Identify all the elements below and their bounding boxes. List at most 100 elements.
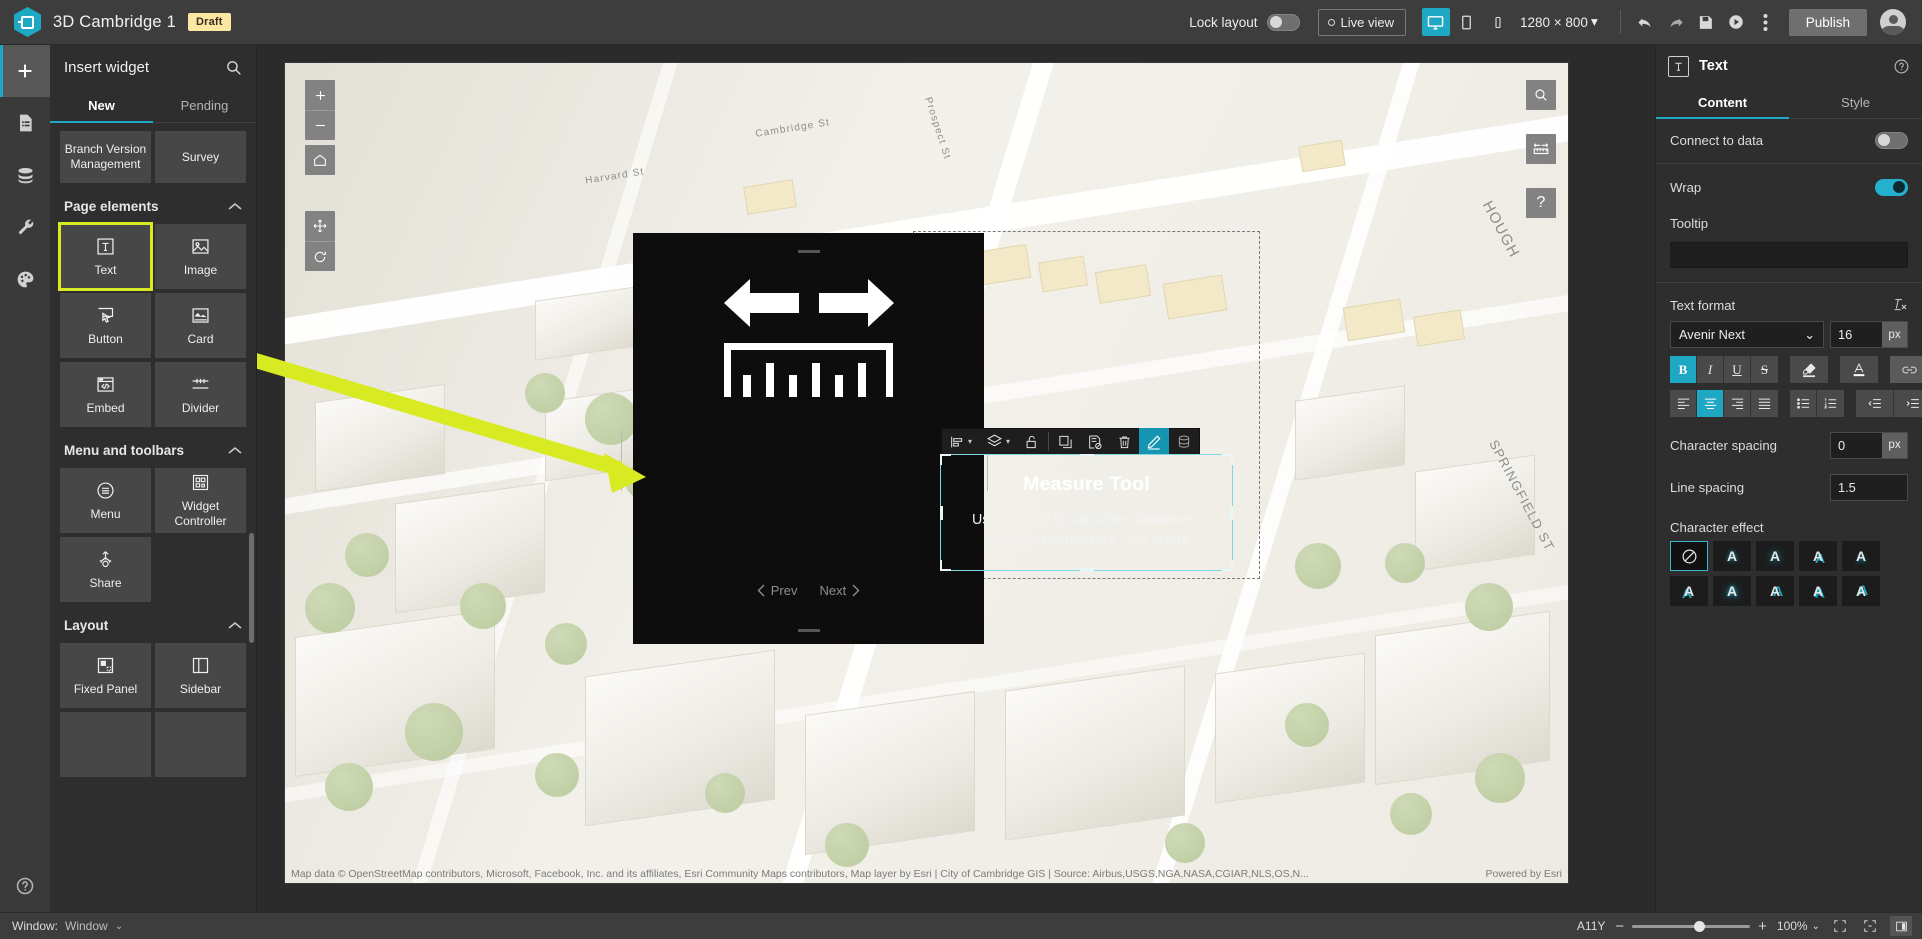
zoom-level-select[interactable]: 100% ⌄ — [1777, 919, 1820, 933]
prev-button[interactable]: Prev — [757, 583, 798, 598]
toggle-panel-button[interactable] — [1890, 916, 1912, 936]
edit-button[interactable] — [1139, 428, 1169, 455]
rail-item-insert-widget[interactable] — [0, 45, 50, 97]
canvas-size-select[interactable]: 1280 × 800 ▾ — [1520, 14, 1598, 30]
character-effect-3[interactable]: A — [1799, 541, 1837, 571]
section-header-menu-and-toolbars[interactable]: Menu and toolbars — [60, 427, 246, 468]
tab-pending[interactable]: Pending — [153, 89, 256, 122]
character-effect-7[interactable]: A — [1756, 576, 1794, 606]
measure-tool-card[interactable]: Prev Next — [633, 233, 984, 644]
widget-card-layout-extra-1[interactable] — [60, 712, 151, 777]
widget-list-scroll[interactable]: Branch Version Management Survey Page el… — [50, 123, 256, 912]
bulleted-list-button[interactable] — [1790, 390, 1817, 417]
align-right-button[interactable] — [1724, 390, 1751, 417]
widget-card-branch-version-management[interactable]: Branch Version Management — [60, 131, 151, 183]
zoom-in-button[interactable] — [305, 80, 335, 110]
rotate-icon[interactable] — [305, 241, 335, 271]
resize-handle-left[interactable] — [940, 506, 943, 520]
live-view-button[interactable]: Live view — [1318, 9, 1406, 36]
character-effect-none[interactable] — [1670, 541, 1708, 571]
insert-link-button[interactable] — [1890, 356, 1922, 383]
widget-card-image[interactable]: Image — [155, 224, 246, 289]
resize-handle-tr[interactable] — [1222, 454, 1233, 465]
undo-button[interactable] — [1631, 7, 1661, 37]
resize-grip-left[interactable] — [621, 431, 625, 461]
home-icon[interactable] — [305, 145, 335, 175]
save-button[interactable] — [1691, 7, 1721, 37]
align-left-button[interactable] — [1670, 390, 1697, 417]
window-selector[interactable]: Window: Window ⌄ — [0, 919, 123, 933]
font-color-button[interactable] — [1840, 356, 1878, 383]
map-canvas[interactable]: HOUGH SPRINGFIELD ST Harvard St Cambridg… — [285, 63, 1568, 883]
character-effect-5[interactable]: A — [1670, 576, 1708, 606]
widget-card-menu[interactable]: Menu — [60, 468, 151, 533]
widget-card-card[interactable]: Card — [155, 293, 246, 358]
zoom-slider-thumb[interactable] — [1694, 921, 1705, 932]
widget-card-text[interactable]: Text — [60, 224, 151, 289]
connect-to-data-toggle[interactable] — [1875, 132, 1908, 149]
preview-button[interactable] — [1721, 7, 1751, 37]
character-effect-9[interactable]: A — [1842, 576, 1880, 606]
rail-item-page[interactable] — [0, 97, 50, 149]
bold-button[interactable]: B — [1670, 356, 1697, 383]
wrap-toggle[interactable] — [1875, 179, 1908, 196]
device-desktop-button[interactable] — [1422, 8, 1450, 36]
character-effect-6[interactable]: A — [1713, 576, 1751, 606]
resize-handle-right[interactable] — [1230, 506, 1233, 520]
resize-handle-bottom[interactable] — [1080, 568, 1094, 571]
widget-card-fixed-panel[interactable]: Fixed Panel — [60, 643, 151, 708]
fit-width-button[interactable] — [1860, 916, 1880, 936]
section-header-layout[interactable]: Layout — [60, 602, 246, 643]
search-icon[interactable] — [1526, 80, 1556, 110]
resize-handle-tl[interactable] — [940, 454, 951, 465]
rail-item-tools[interactable] — [0, 201, 50, 253]
align-center-button[interactable] — [1697, 390, 1724, 417]
fit-to-window-button[interactable] — [1830, 916, 1850, 936]
character-effect-4[interactable]: A — [1842, 541, 1880, 571]
zoom-out-button[interactable] — [305, 110, 335, 140]
measure-icon[interactable] — [1526, 134, 1556, 164]
increase-indent-button[interactable] — [1894, 390, 1922, 417]
avatar[interactable] — [1880, 9, 1912, 35]
zoom-slider-track[interactable] — [1632, 925, 1750, 928]
section-header-page-elements[interactable]: Page elements — [60, 183, 246, 224]
canvas-area[interactable]: HOUGH SPRINGFIELD ST Harvard St Cambridg… — [257, 45, 1655, 912]
device-tablet-button[interactable] — [1453, 8, 1481, 36]
character-effect-2[interactable]: A — [1756, 541, 1794, 571]
device-phone-button[interactable] — [1484, 8, 1512, 36]
numbered-list-button[interactable] — [1817, 390, 1844, 417]
highlight-color-button[interactable] — [1790, 356, 1828, 383]
rail-item-theme[interactable] — [0, 253, 50, 305]
card-handle-bottom[interactable] — [798, 629, 820, 632]
zoom-in-icon[interactable]: + — [1758, 918, 1767, 935]
resize-handle-br[interactable] — [1222, 560, 1233, 571]
lock-layout-control[interactable]: Lock layout — [1189, 14, 1299, 31]
strikethrough-button[interactable]: S — [1751, 356, 1778, 383]
lock-layout-toggle[interactable] — [1267, 14, 1300, 31]
font-size-input[interactable]: 16 px — [1830, 321, 1908, 348]
a11y-label[interactable]: A11Y — [1577, 919, 1605, 933]
align-button[interactable]: ▾ — [942, 428, 979, 455]
rail-item-data[interactable] — [0, 149, 50, 201]
character-effect-8[interactable]: A — [1799, 576, 1837, 606]
tooltip-field[interactable] — [1671, 243, 1907, 267]
underline-button[interactable]: U — [1724, 356, 1751, 383]
widget-card-embed[interactable]: Embed — [60, 362, 151, 427]
lock-button[interactable] — [1017, 428, 1046, 455]
widget-card-button[interactable]: Button — [60, 293, 151, 358]
decrease-indent-button[interactable] — [1856, 390, 1894, 417]
widget-card-widget-controller[interactable]: Widget Controller — [155, 468, 246, 533]
next-button[interactable]: Next — [820, 583, 861, 598]
resize-handle-top[interactable] — [1080, 454, 1094, 457]
align-justify-button[interactable] — [1751, 390, 1778, 417]
publish-button[interactable]: Publish — [1789, 9, 1867, 36]
line-spacing-input[interactable]: 1.5 — [1830, 474, 1908, 501]
tab-new[interactable]: New — [50, 89, 153, 122]
help-icon[interactable] — [1893, 58, 1910, 75]
widget-card-survey[interactable]: Survey — [155, 131, 246, 183]
italic-button[interactable]: I — [1697, 356, 1724, 383]
order-button[interactable]: ▾ — [979, 428, 1017, 455]
delete-button[interactable] — [1110, 428, 1139, 455]
resize-handle-bl[interactable] — [940, 560, 951, 571]
character-effect-1[interactable]: A — [1713, 541, 1751, 571]
